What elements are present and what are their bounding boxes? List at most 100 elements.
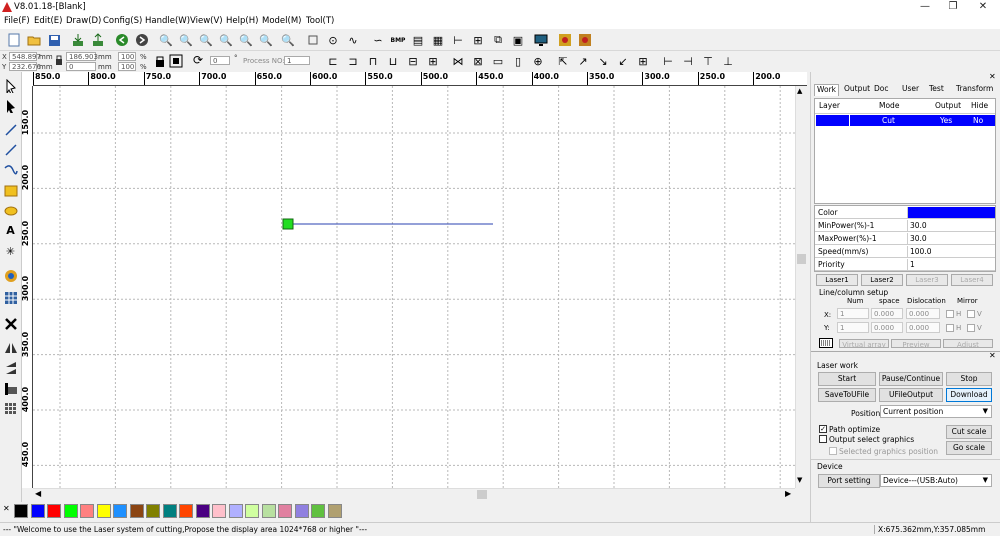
tab-doc[interactable]: Doc: [872, 84, 891, 96]
scroll-down-icon[interactable]: ▼: [797, 476, 802, 484]
device-select[interactable]: Device---(USB:Auto) ▼: [880, 474, 992, 487]
array-grid-icon[interactable]: [819, 338, 833, 348]
no-color-icon[interactable]: ✕: [3, 504, 10, 513]
zoom-in-icon[interactable]: 🔍: [158, 32, 174, 48]
select-rect-icon[interactable]: [305, 32, 321, 48]
prop-minpower-value[interactable]: 30.0: [907, 220, 995, 231]
curve-tool-icon[interactable]: [3, 162, 18, 177]
lc-x-disloc-input[interactable]: 0.000: [906, 308, 940, 319]
curve-icon[interactable]: ∽: [370, 32, 386, 48]
import-icon[interactable]: [70, 32, 86, 48]
edge-right-icon[interactable]: ⊣: [680, 53, 696, 69]
rotate-icon[interactable]: ⟳: [193, 54, 205, 67]
scroll-up-icon[interactable]: ▲: [797, 87, 802, 95]
menu-file[interactable]: File(F): [4, 16, 30, 26]
laser-pattern2-icon[interactable]: [577, 32, 593, 48]
lc-x-num-input[interactable]: 1: [837, 308, 869, 319]
text-tool-icon[interactable]: A: [3, 223, 18, 238]
palette-swatch[interactable]: [179, 504, 193, 518]
prop-speed-row[interactable]: Speed(mm/s) 100.0: [815, 245, 995, 258]
zoom-out-icon[interactable]: 🔍: [178, 32, 194, 48]
path-optimize-checkbox[interactable]: ✓: [819, 425, 827, 433]
rotate-input[interactable]: 0: [210, 56, 230, 65]
distribute-h-icon[interactable]: ⋈: [450, 53, 466, 69]
palette-swatch[interactable]: [294, 504, 309, 518]
line-start-marker[interactable]: [282, 218, 294, 230]
tab-output[interactable]: Output: [842, 84, 872, 96]
scale-y-input[interactable]: 100: [118, 62, 136, 71]
node-arrow-icon[interactable]: [3, 98, 18, 113]
mirror-v-icon[interactable]: [3, 360, 18, 375]
palette-swatch[interactable]: [14, 504, 28, 518]
delete-tool-icon[interactable]: [3, 316, 18, 331]
tab-work[interactable]: Work: [814, 84, 839, 96]
menu-view[interactable]: View(V): [190, 16, 223, 26]
zoom-all-icon[interactable]: 🔍: [280, 32, 296, 48]
zoom-select-icon[interactable]: 🔍: [238, 32, 254, 48]
laser3-button[interactable]: Laser3: [906, 274, 948, 286]
adjust-button[interactable]: Adjust: [943, 339, 993, 348]
move-bottomright-icon[interactable]: ↘: [595, 53, 611, 69]
align-tool-icon[interactable]: [3, 381, 18, 396]
distribute-v-icon[interactable]: ⊠: [470, 53, 486, 69]
width-input[interactable]: 186.903: [66, 52, 98, 61]
prop-maxpower-value[interactable]: 30.0: [907, 233, 995, 244]
mirror-h-icon[interactable]: [3, 340, 18, 355]
redo-icon[interactable]: [134, 32, 150, 48]
smooth-curve-icon[interactable]: ∿: [345, 32, 361, 48]
port-setting-button[interactable]: Port setting: [818, 474, 880, 488]
horizontal-scroll-thumb[interactable]: [477, 490, 487, 499]
mirror-y-h-checkbox[interactable]: [946, 324, 954, 332]
pause-continue-button[interactable]: Pause/Continue: [879, 372, 943, 386]
scale-x-input[interactable]: 100: [118, 52, 136, 61]
ufile-output-button[interactable]: UFileOutput: [879, 388, 943, 402]
laser4-button[interactable]: Laser4: [951, 274, 993, 286]
layer-hide[interactable]: No: [973, 116, 983, 125]
process-no-input[interactable]: 1: [284, 56, 310, 65]
edge-left-icon[interactable]: ⊢: [660, 53, 676, 69]
open-folder-icon[interactable]: [26, 32, 42, 48]
close-button[interactable]: ✕: [968, 0, 998, 15]
new-file-icon[interactable]: [6, 32, 22, 48]
align-top-icon[interactable]: ⊓: [365, 53, 381, 69]
prop-color-swatch[interactable]: [907, 207, 995, 218]
palette-swatch[interactable]: [245, 504, 259, 518]
horizontal-scrollbar[interactable]: ◀ ▶: [33, 488, 795, 500]
palette-swatch[interactable]: [63, 504, 78, 518]
y-position-input[interactable]: 232.676: [9, 62, 41, 71]
prop-priority-value[interactable]: 1: [907, 259, 995, 270]
palette-swatch[interactable]: [47, 504, 61, 518]
same-width-icon[interactable]: ▭: [490, 53, 506, 69]
zoom-fit-icon[interactable]: 🔍: [198, 32, 214, 48]
align-bottom-icon[interactable]: ⊔: [385, 53, 401, 69]
prop-speed-value[interactable]: 100.0: [907, 246, 995, 257]
scroll-left-icon[interactable]: ◀: [35, 489, 41, 498]
bitmap-tool-icon[interactable]: [3, 268, 18, 283]
menu-config[interactable]: Config(S): [103, 16, 142, 26]
laser-work-close-icon[interactable]: ✕: [989, 351, 996, 360]
array-tool-icon[interactable]: [3, 401, 18, 416]
copy-tool-icon[interactable]: ⧉: [490, 32, 506, 48]
palette-swatch[interactable]: [96, 504, 111, 518]
minimize-button[interactable]: —: [910, 0, 940, 15]
palette-swatch[interactable]: [195, 504, 210, 518]
menu-edit[interactable]: Edit(E): [34, 16, 62, 26]
move-center-icon[interactable]: ⊞: [635, 53, 651, 69]
cut-tool-icon[interactable]: ⊞: [470, 32, 486, 48]
mirror-x-v-checkbox[interactable]: [967, 310, 975, 318]
save-to-ufile-button[interactable]: SaveToUFile: [818, 388, 876, 402]
measure-icon[interactable]: ⊢: [450, 32, 466, 48]
palette-swatch[interactable]: [129, 504, 144, 518]
lc-y-space-input[interactable]: 0.000: [871, 322, 903, 333]
palette-swatch[interactable]: [278, 504, 292, 518]
palette-swatch[interactable]: [212, 504, 226, 518]
align-right-icon[interactable]: ⊐: [345, 53, 361, 69]
menu-help[interactable]: Help(H): [226, 16, 258, 26]
center-page-icon[interactable]: ⊕: [530, 53, 546, 69]
menu-model[interactable]: Model(M): [262, 16, 302, 26]
selected-position-checkbox[interactable]: [829, 447, 837, 455]
edge-bottom-icon[interactable]: ⊥: [720, 53, 736, 69]
export-icon[interactable]: [90, 32, 106, 48]
virtual-array-button[interactable]: Virtual array: [839, 339, 889, 348]
prop-priority-row[interactable]: Priority 1: [815, 258, 995, 271]
